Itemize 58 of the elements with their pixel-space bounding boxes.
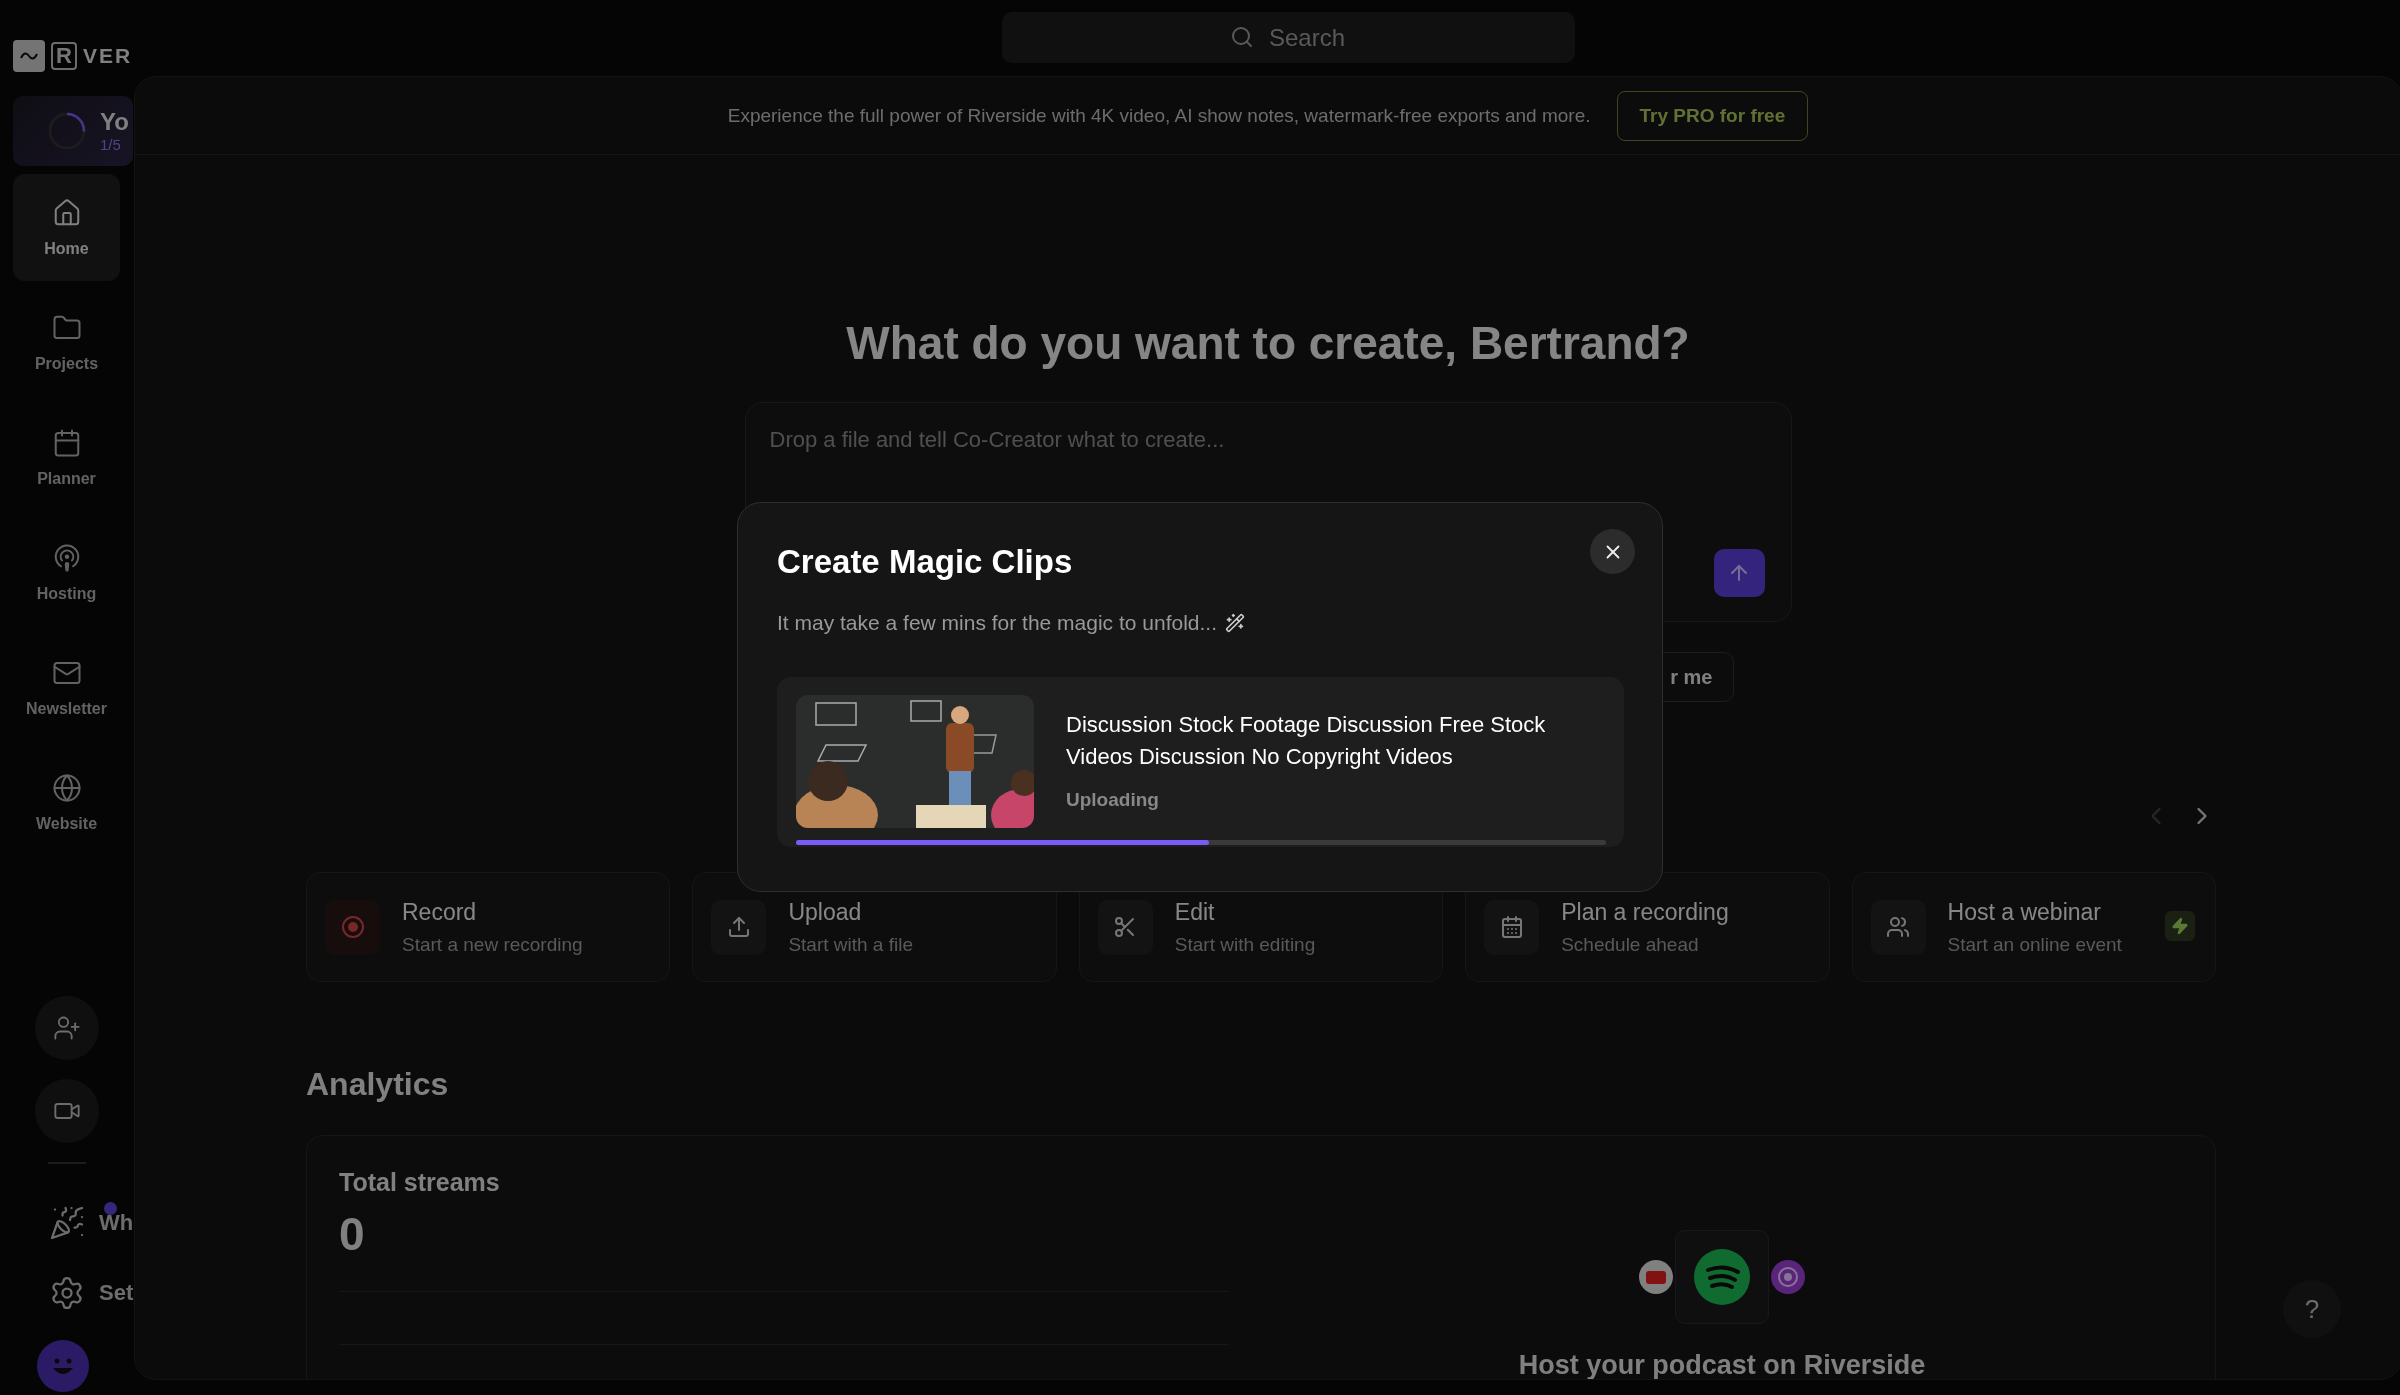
promo-text: Experience the full power of Riverside with 4K video, AI show notes, watermark-free exports and more. [727, 104, 1591, 127]
action-subtitle: Schedule ahead [1561, 933, 1700, 956]
action-subtitle: Start with a file [788, 933, 913, 956]
action-title: Host a webinar [1947, 898, 2102, 926]
logo-text: VER [82, 44, 133, 68]
action-title: Plan a recording [1561, 898, 1729, 926]
settings-icon [49, 1275, 85, 1311]
notification-dot [104, 1202, 117, 1215]
record-icon [340, 915, 365, 939]
upload-icon [726, 915, 751, 939]
people-icon [1886, 915, 1911, 939]
modal-subtitle: It may take a few mins for the magic to unfold... [777, 611, 1218, 635]
nav-item[interactable]: Home [13, 174, 120, 281]
nav-item[interactable]: Planner [13, 404, 120, 511]
clip-title: Discussion Stock Footage Discussion Free Stock Videos Discussion No Copyright Videos [1066, 711, 1547, 771]
try-pro-button[interactable]: Try PRO for free [1616, 90, 1809, 141]
prompt-input[interactable]: Drop a file and tell Co-Creator what to create... [769, 427, 1310, 453]
stat-value: 0 [339, 1207, 365, 1261]
action-subtitle: Start with editing [1174, 933, 1316, 956]
page-heading: What do you want to create, Bertrand? [846, 316, 1690, 371]
modal-title: Create Magic Clips [777, 543, 1073, 581]
sidebar-menu-item[interactable]: Set [13, 1268, 134, 1318]
onboarding-progress-card[interactable]: Yo 1/5 [13, 96, 133, 166]
video-platform-icon [1639, 1260, 1673, 1294]
close-button[interactable] [1590, 529, 1635, 574]
action-subtitle: Start an online event [1947, 933, 2122, 956]
calendar-icon [1499, 915, 1524, 939]
section-heading: Analytics [306, 1066, 450, 1103]
podcast-app-icon [1771, 1260, 1805, 1294]
progress-subtitle: 1/5 [100, 136, 122, 154]
globe-icon [51, 772, 82, 803]
magic-wand-icon [1225, 613, 1246, 633]
send-button[interactable] [1713, 549, 1765, 597]
upload-status: Uploading [1066, 789, 1159, 811]
action-card[interactable]: Record Start a new recording [306, 872, 671, 982]
action-card[interactable]: Host a webinar Start an online event [1851, 872, 2216, 982]
sidebar-menu-item[interactable]: Wh [13, 1198, 134, 1248]
progress-title: Yo [100, 108, 130, 136]
action-title: Edit [1174, 898, 1216, 926]
stat-label: Total streams [339, 1168, 500, 1197]
app-logo-icon[interactable] [13, 40, 45, 72]
nav-item[interactable]: Hosting [13, 519, 120, 626]
action-title: Record [402, 898, 478, 926]
action-card[interactable]: Plan a recording Schedule ahead [1465, 872, 1830, 982]
action-title: Upload [788, 898, 863, 926]
promo-heading: Host your podcast on Riverside [1518, 1350, 1926, 1379]
user-plus-icon [53, 1014, 81, 1042]
search-field[interactable]: Search [1001, 12, 1575, 63]
nav-item[interactable]: Newsletter [13, 634, 120, 741]
search-icon [1229, 25, 1254, 49]
nav-item[interactable]: Website [13, 749, 120, 856]
spotify-icon [1694, 1249, 1750, 1305]
lightning-badge-icon [2165, 911, 2195, 941]
action-subtitle: Start a new recording [402, 933, 583, 956]
progress-ring-icon [48, 112, 86, 150]
nav-item[interactable]: Projects [13, 289, 120, 396]
party-popper-icon [49, 1205, 85, 1241]
logo-mark: R [51, 42, 77, 70]
